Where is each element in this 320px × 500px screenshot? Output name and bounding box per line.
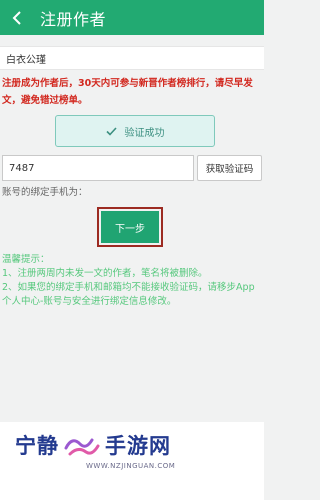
- site-watermark: 宁静 手游网 WWW.NZJINGUAN.COM: [0, 422, 264, 500]
- tips-title: 温馨提示：: [2, 254, 50, 265]
- tip-item-1: 1、注册两周内未发一文的作者，笔名将被删除。: [2, 268, 208, 279]
- watermark-left-text: 宁静: [15, 434, 59, 458]
- back-chevron-icon: [12, 10, 21, 25]
- watermark-right-text: 手游网: [105, 434, 171, 458]
- verify-status-box: 验证成功: [55, 115, 215, 147]
- bound-phone-label: 账号的绑定手机为：: [2, 187, 88, 198]
- verification-code-input[interactable]: 7487: [2, 155, 194, 181]
- check-icon: [105, 126, 117, 136]
- tips-section: 温馨提示： 1、注册两周内未发一文的作者，笔名将被删除。 2、如果您的绑定手机和…: [2, 253, 260, 309]
- tip-item-2: 2、如果您的绑定手机和邮箱均不能接收验证码，请移步App个人中心-账号与安全进行…: [2, 282, 255, 307]
- next-button-highlight: 下一步: [97, 207, 163, 247]
- top-bar: 注册作者: [0, 0, 264, 35]
- back-button[interactable]: [0, 0, 36, 35]
- verify-status-text: 验证成功: [124, 127, 165, 139]
- page-title: 注册作者: [40, 9, 107, 29]
- get-code-button[interactable]: 获取验证码: [197, 155, 262, 181]
- register-notice: 注册成为作者后，30天内可参与新晋作者榜排行，请尽早发文，避免错过榜单。: [2, 78, 253, 106]
- watermark-logo-icon: [64, 438, 100, 456]
- next-button[interactable]: 下一步: [101, 211, 159, 243]
- author-name-input[interactable]: [0, 51, 258, 65]
- watermark-url: WWW.NZJINGUAN.COM: [86, 462, 176, 470]
- author-name-field[interactable]: [0, 46, 264, 70]
- register-author-page: 注册作者 注册成为作者后，30天内可参与新晋作者榜排行，请尽早发文，避免错过榜单…: [0, 0, 264, 500]
- verification-code-row: 7487 获取验证码: [2, 155, 262, 181]
